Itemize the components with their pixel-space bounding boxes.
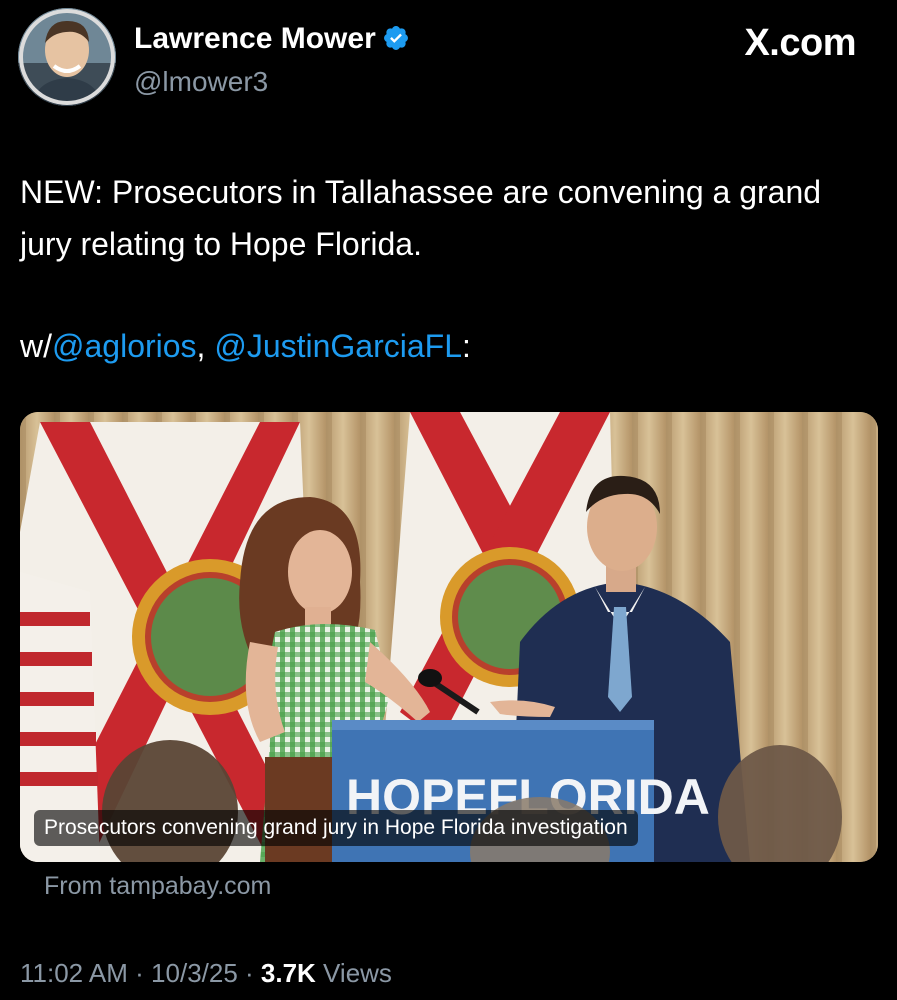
- link-card-image[interactable]: HOPEFLORIDA Prosecutors convening grand …: [20, 412, 878, 862]
- meta-separator: ·: [237, 958, 261, 988]
- verified-badge-icon: [383, 26, 408, 50]
- author-name[interactable]: Lawrence Mower: [134, 22, 410, 56]
- author-handle[interactable]: @lmower3: [134, 66, 268, 98]
- tweet-meta: 11:02 AM · 10/3/25 · 3.7K Views: [20, 958, 392, 989]
- link-source[interactable]: From tampabay.com: [44, 872, 271, 901]
- mentions-prefix: w/: [20, 328, 52, 364]
- mention-justingarciafl[interactable]: @JustinGarciaFL: [214, 328, 462, 364]
- views-count[interactable]: 3.7K: [261, 958, 316, 988]
- tweet-text-line: NEW: Prosecutors in Tallahassee are conv…: [20, 174, 822, 262]
- x-com-logo: X.com: [744, 22, 856, 64]
- mentions-suffix: :: [462, 328, 471, 364]
- link-card-caption[interactable]: Prosecutors convening grand jury in Hope…: [34, 810, 638, 846]
- tweet-mentions-line: w/@aglorios, @JustinGarciaFL:: [20, 320, 870, 372]
- mention-aglorios[interactable]: @aglorios: [52, 328, 197, 364]
- tweet-header: Lawrence Mower @lmower3 X.com: [18, 8, 878, 108]
- views-label: Views: [315, 958, 392, 988]
- tweet-body: NEW: Prosecutors in Tallahassee are conv…: [20, 166, 870, 372]
- avatar[interactable]: [18, 8, 116, 106]
- tweet-time[interactable]: 11:02 AM: [20, 958, 128, 988]
- avatar-photo: [18, 8, 116, 106]
- tweet-date[interactable]: 10/3/25: [151, 958, 238, 988]
- mention-separator: ,: [196, 328, 215, 364]
- author-name-text[interactable]: Lawrence Mower: [134, 22, 376, 55]
- meta-separator: ·: [127, 958, 152, 988]
- press-conference-photo: HOPEFLORIDA: [20, 412, 878, 862]
